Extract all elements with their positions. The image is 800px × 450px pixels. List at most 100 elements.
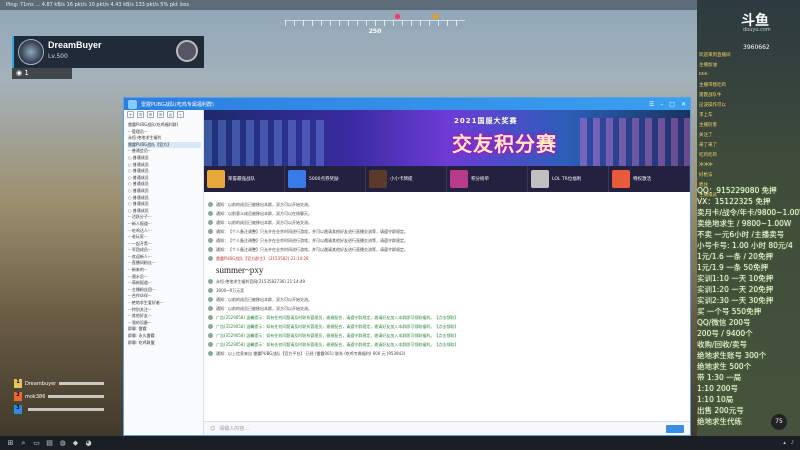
contact-tree-item[interactable]: ···主播粉丝团··· [128, 287, 201, 294]
message-text: 通知：以前的成员已被移出本群，双方可以开始交流。 [216, 220, 312, 225]
contact-tree-item[interactable]: ···直播间粉丝··· [128, 260, 201, 267]
contact-tree-item[interactable]: 雷霆PUBG战队(吃鸡福利群) [128, 122, 201, 129]
avatar-icon[interactable] [208, 297, 213, 302]
avatar-icon[interactable] [208, 324, 213, 329]
avatar-icon[interactable] [208, 342, 213, 347]
event-banner[interactable]: 2021国服大奖赛 交友积分赛 [204, 110, 690, 166]
avatar-icon[interactable] [208, 279, 213, 284]
avatar-icon[interactable] [208, 288, 213, 293]
activity-item[interactable]: 小小卡牌提 [366, 166, 447, 192]
avatar-icon[interactable] [208, 351, 213, 356]
avatar-icon[interactable] [208, 220, 213, 225]
network-stats-text: Ping: 71ms ... 4.87 kB/s 16 pkt/s 10 pkt… [6, 2, 190, 8]
contact-tree-item[interactable]: ···吃鸡达人··· [128, 228, 201, 235]
stream-ad-line: 带 1:30 一局 [697, 373, 742, 382]
danmu-line: 主播厉害 [699, 123, 717, 128]
windows-start-icon[interactable]: ⊞ [6, 439, 15, 448]
toolbar-icon[interactable]: ◎ [167, 111, 174, 118]
contact-tree-item[interactable]: ○ 普通成员 [128, 168, 201, 175]
toolbar-icon[interactable]: ✉ [157, 111, 164, 118]
stream-ad-line: 实训2:30 一天 30免押 [697, 296, 774, 305]
message-input[interactable]: 请输入内容... [219, 425, 249, 432]
avatar-icon[interactable] [208, 238, 213, 243]
avatar-icon[interactable] [208, 306, 213, 311]
contact-tree-item[interactable]: 永恒·绝地求生福利 [128, 135, 201, 142]
contact-tree-item[interactable]: ···管理员··· [128, 129, 201, 136]
activity-item[interactable]: LOL TR位福利 [528, 166, 609, 192]
contact-tree-item[interactable]: ○ 普通成员 [128, 155, 201, 162]
contact-tree-item[interactable]: ···新人报道··· [128, 221, 201, 228]
message-row: 通知：以前的成员已被移出本群，双方可以开始交流。 [208, 297, 684, 302]
activity-thumbnail [207, 170, 225, 188]
contact-tree-item[interactable]: ···其他好友··· [128, 313, 201, 320]
maximize-icon[interactable]: □ [669, 101, 675, 108]
toolbar-icon[interactable]: ⌕ [177, 111, 184, 118]
contact-tree-item[interactable]: ···绝地求生爱好者··· [128, 300, 201, 307]
activity-item[interactable]: 5000点券奖励 [285, 166, 366, 192]
stream-ad-line: 收购/回收/卖号 [697, 340, 748, 349]
contact-tree-item[interactable]: ···老玩家··· [128, 234, 201, 241]
contact-tree-item[interactable]: ···萌新报道··· [128, 280, 201, 287]
search-icon[interactable]: ⌕ [19, 439, 28, 448]
message-input-bar[interactable]: ☺ 请输入内容... [204, 421, 690, 435]
toolbar-icon[interactable]: ☰ [137, 111, 144, 118]
avatar-icon[interactable] [208, 229, 213, 234]
contact-tree-item[interactable]: 群聊: 雷霆 [128, 326, 201, 333]
qq-titlebar[interactable]: 雷霆PUBG战队(吃鸡专属福利群) ☰ – □ ✕ [124, 98, 690, 110]
stream-ad-line: 绝地求生账号 300个 [697, 351, 767, 360]
activity-item[interactable]: 特权激活 [609, 166, 690, 192]
game-icon[interactable]: ◆ [71, 439, 80, 448]
contact-tree-item[interactable]: ···一起开黑··· [128, 241, 201, 248]
qq-icon[interactable]: ◕ [84, 439, 93, 448]
activity-item[interactable]: 积分榜单 [447, 166, 528, 192]
contact-tree-item[interactable]: ○ 普通成员 [128, 181, 201, 188]
contact-tree-item[interactable]: ···活跃分子··· [128, 214, 201, 221]
activity-label: 荣誉最强战队 [228, 177, 255, 182]
network-icon[interactable]: ▴ [783, 440, 786, 446]
folder-icon[interactable]: ▤ [45, 439, 54, 448]
avatar-icon[interactable] [208, 211, 213, 216]
toolbar-icon[interactable]: ⚙ [147, 111, 154, 118]
browser-icon[interactable]: ◍ [58, 439, 67, 448]
stream-ad-line: 不卖 一元6小时 /主播卖号 [697, 230, 785, 239]
contact-tree-item[interactable]: ···我的设备··· [128, 320, 201, 327]
contact-tree-item[interactable]: 群聊: 永久雷霆 [128, 333, 201, 340]
contact-tree-item[interactable]: ○ 普通成员 [128, 201, 201, 208]
close-icon[interactable]: ✕ [681, 101, 686, 108]
avatar-icon[interactable] [208, 247, 213, 252]
volume-badge[interactable]: 75 [771, 414, 787, 430]
avatar-icon[interactable] [208, 202, 213, 207]
contact-tree-item[interactable]: ···军团成员··· [128, 247, 201, 254]
contact-tree-item[interactable]: ···新来的··· [128, 267, 201, 274]
minimize-icon[interactable]: – [660, 101, 663, 108]
message-text: 通知：以前的成员已被移出本群，双方可以开始交流。 [216, 306, 312, 311]
send-button[interactable] [666, 424, 684, 433]
contact-tree-item[interactable]: 群聊: 吃鸡联盟 [128, 340, 201, 347]
speaker-icon[interactable]: ♪ [791, 440, 794, 446]
contact-tree-item[interactable]: ○ 普通成员 [128, 162, 201, 169]
contact-tree-item[interactable]: ···普通会员··· [128, 148, 201, 155]
contact-tree-item[interactable]: ···合作伙伴··· [128, 293, 201, 300]
contact-tree-item[interactable]: ○ 普通成员 [128, 195, 201, 202]
message-list: 通知：以前的成员已被移出本群，双方可以开始交流。 通知：以前意义成员被移出本群，双… [208, 202, 684, 412]
emoji-icon[interactable]: ☺ [210, 426, 215, 432]
activity-item[interactable]: 荣誉最强战队 [204, 166, 285, 192]
avatar-icon[interactable] [208, 315, 213, 320]
taskview-icon[interactable]: ▭ [32, 439, 41, 448]
activity-thumbnail [450, 170, 468, 188]
contact-tree-item[interactable]: ···潜水员··· [128, 274, 201, 281]
sidebar-toolbar: + ☰ ⚙ ✉ ◎ ⌕ [124, 110, 203, 120]
contact-tree-item[interactable]: 雷霆PUBG战队【官方】 [128, 141, 201, 149]
contact-tree-item[interactable]: ○ 普通成员 [128, 175, 201, 182]
avatar-icon[interactable] [208, 333, 213, 338]
contact-tree-item[interactable]: ○ 普通成员 [128, 208, 201, 215]
activity-label: 积分榜单 [471, 177, 489, 182]
message-text: 永恒·绝地求生福利官网(2153582736) 21:14:49 [216, 279, 306, 284]
menu-icon[interactable]: ☰ [649, 101, 654, 108]
contact-tree-item[interactable]: ···欢迎新人··· [128, 254, 201, 261]
contact-tree-item[interactable]: ···特别关注··· [128, 307, 201, 314]
avatar-icon[interactable] [208, 256, 213, 261]
message-row: 通知：以前意义成员被移出本群，双方可以在线聊天。 [208, 211, 684, 216]
contact-tree-item[interactable]: ○ 普通成员 [128, 188, 201, 195]
toolbar-icon[interactable]: + [127, 111, 134, 118]
